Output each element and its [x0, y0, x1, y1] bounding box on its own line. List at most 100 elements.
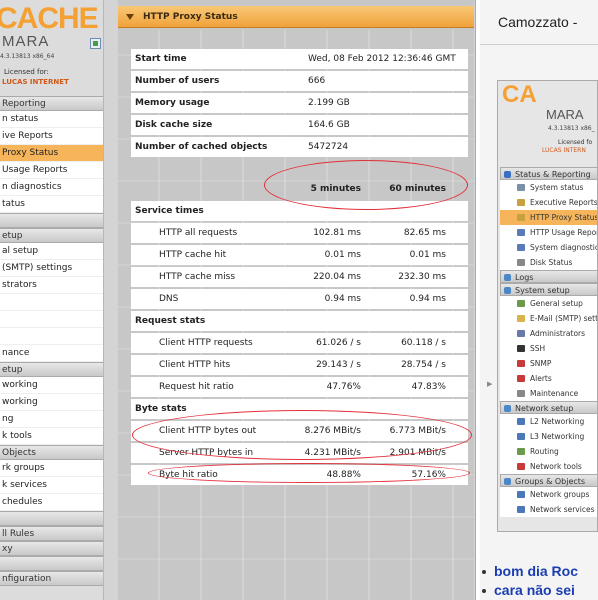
thumb-menu-label: Status & Reporting: [515, 170, 591, 179]
thumb-menu-header[interactable]: Logs: [500, 270, 597, 283]
menu-section-header[interactable]: ll Rules: [0, 526, 103, 541]
license-label: Licensed for:: [4, 68, 49, 76]
menu-item[interactable]: Usage Reports: [0, 162, 103, 179]
thumb-license-label: Licensed fo: [558, 139, 593, 146]
thumb-menu-item[interactable]: L2 Networking: [500, 414, 597, 429]
stats-label: Client HTTP requests: [159, 338, 253, 348]
menu-section-items: al setup (SMTP) settings strators nance: [0, 243, 103, 362]
thumb-menu-item[interactable]: HTTP Usage Reports: [500, 225, 597, 240]
thumb-menu-item[interactable]: Disk Status: [500, 255, 597, 270]
thumb-menu-header[interactable]: Network setup: [500, 401, 597, 414]
summary-key: Memory usage: [135, 98, 210, 108]
thumb-menu-label: Groups & Objects: [515, 477, 586, 486]
menu-section-header[interactable]: [0, 556, 103, 571]
thumb-menu-item[interactable]: Maintenance: [500, 386, 597, 401]
thumb-menu-item[interactable]: Network groups: [500, 487, 597, 502]
panel-title-bar[interactable]: HTTP Proxy Status: [118, 6, 474, 28]
menu-item[interactable]: working: [0, 377, 103, 394]
menu-item[interactable]: [0, 328, 103, 345]
thumb-menu-item[interactable]: System status: [500, 180, 597, 195]
menu-item-icon: [517, 463, 525, 470]
menu-item[interactable]: n status: [0, 111, 103, 128]
collapse-arrow-icon[interactable]: [126, 14, 134, 20]
menu-item[interactable]: k services: [0, 477, 103, 494]
thumb-menu-label: Maintenance: [530, 389, 579, 398]
menu-section-header[interactable]: [0, 213, 103, 228]
annotation-oval-bytes: [132, 410, 472, 460]
thumb-menu-label: L2 Networking: [530, 417, 585, 426]
menu-item[interactable]: (SMTP) settings: [0, 260, 103, 277]
stats-row: Client HTTP hits 29.143 / s 28.754 / s: [131, 355, 468, 375]
menu-item[interactable]: n diagnostics: [0, 179, 103, 196]
summary-row: Disk cache size 164.6 GB: [131, 115, 468, 135]
menu-item[interactable]: Proxy Status: [0, 145, 103, 162]
panel-title: HTTP Proxy Status: [143, 12, 238, 22]
thumb-version: 4.3.13813 x86_: [548, 125, 595, 132]
window-icon[interactable]: [90, 38, 101, 49]
thumb-menu-header[interactable]: Status & Reporting: [500, 167, 597, 180]
menu-section-header[interactable]: etup: [0, 362, 103, 377]
shared-screenshot[interactable]: CA MARA 4.3.13813 x86_ Licensed fo LUCAS…: [497, 80, 598, 532]
menu-section-header[interactable]: [0, 511, 103, 526]
menu-item-icon: [517, 315, 525, 322]
proxy-status-panel: HTTP Proxy Status Start time Wed, 08 Feb …: [118, 0, 474, 600]
summary-row: Start time Wed, 08 Feb 2012 12:36:46 GMT: [131, 49, 468, 69]
menu-item[interactable]: tatus: [0, 196, 103, 213]
menu-item[interactable]: [0, 311, 103, 328]
summary-value: 2.199 GB: [308, 98, 350, 108]
expand-arrow-icon[interactable]: ▶: [487, 380, 492, 388]
thumb-menu-item[interactable]: HTTP Proxy Status: [500, 210, 597, 225]
menu-item-icon: [517, 184, 525, 191]
menu-item[interactable]: ive Reports: [0, 128, 103, 145]
menu-item-icon: [517, 244, 525, 251]
menu-item[interactable]: [0, 294, 103, 311]
thumb-license-owner: LUCAS INTERN: [542, 147, 586, 154]
thumb-menu-label: E-Mail (SMTP) settings: [530, 314, 598, 323]
stats-value-5min: 102.81 ms: [313, 228, 361, 238]
thumb-menu-item[interactable]: SSH: [500, 341, 597, 356]
thumb-menu-item[interactable]: SNMP: [500, 356, 597, 371]
thumb-menu-item[interactable]: Alerts: [500, 371, 597, 386]
menu-item[interactable]: nance: [0, 345, 103, 362]
thumb-menu-item[interactable]: E-Mail (SMTP) settings: [500, 311, 598, 326]
divider: [480, 44, 598, 45]
menu-item[interactable]: ng: [0, 411, 103, 428]
menu-item[interactable]: strators: [0, 277, 103, 294]
menu-section-header[interactable]: etup: [0, 228, 103, 243]
menu-item[interactable]: chedules: [0, 494, 103, 511]
section-icon: [504, 478, 511, 485]
menu-item-icon: [517, 418, 525, 425]
thumb-menu-header[interactable]: System setup: [500, 283, 597, 296]
menu-item-icon: [517, 448, 525, 455]
screenshot-root: CACHE MARA 4.3.13813 x86_64 Licensed for…: [0, 0, 598, 600]
menu-section-header[interactable]: Objects: [0, 445, 103, 460]
menu-section-header[interactable]: Reporting: [0, 96, 103, 111]
logo-subtitle: MARA: [2, 33, 50, 50]
thumb-menu-item[interactable]: Routing: [500, 444, 597, 459]
section-icon: [504, 274, 511, 281]
thumb-menu-item[interactable]: Network services: [500, 502, 597, 517]
thumb-menu-item[interactable]: Administrators: [500, 326, 597, 341]
menu-item-icon: [517, 506, 525, 513]
thumb-menu-item[interactable]: Executive Reports: [500, 195, 597, 210]
thumb-menu-item[interactable]: Network tools: [500, 459, 597, 474]
menu-item-icon: [517, 214, 525, 221]
thumb-menu: Status & Reporting System status Executive…: [500, 167, 598, 517]
thumb-menu-item[interactable]: System diagnostics: [500, 240, 597, 255]
menu-item[interactable]: k tools: [0, 428, 103, 445]
menu-item-icon: [517, 300, 525, 307]
thumb-menu-item[interactable]: L3 Networking: [500, 429, 597, 444]
summary-value: 666: [308, 76, 326, 86]
menu-item[interactable]: working: [0, 394, 103, 411]
menu-item[interactable]: al setup: [0, 243, 103, 260]
logo-version: 4.3.13813 x86_64: [0, 53, 55, 60]
stats-label: DNS: [159, 294, 179, 304]
thumb-menu-item[interactable]: General setup: [500, 296, 597, 311]
annotation-oval-ratio: [148, 463, 470, 483]
thumb-menu-header[interactable]: Groups & Objects: [500, 474, 597, 487]
menu-section-header[interactable]: xy: [0, 541, 103, 556]
menu-section-header[interactable]: nfiguration: [0, 571, 103, 586]
menu-item[interactable]: rk groups: [0, 460, 103, 477]
menu-section-items: n status ive Reports Proxy Status Usage Rep…: [0, 111, 103, 213]
thumb-menu-label: Network services: [530, 505, 595, 514]
